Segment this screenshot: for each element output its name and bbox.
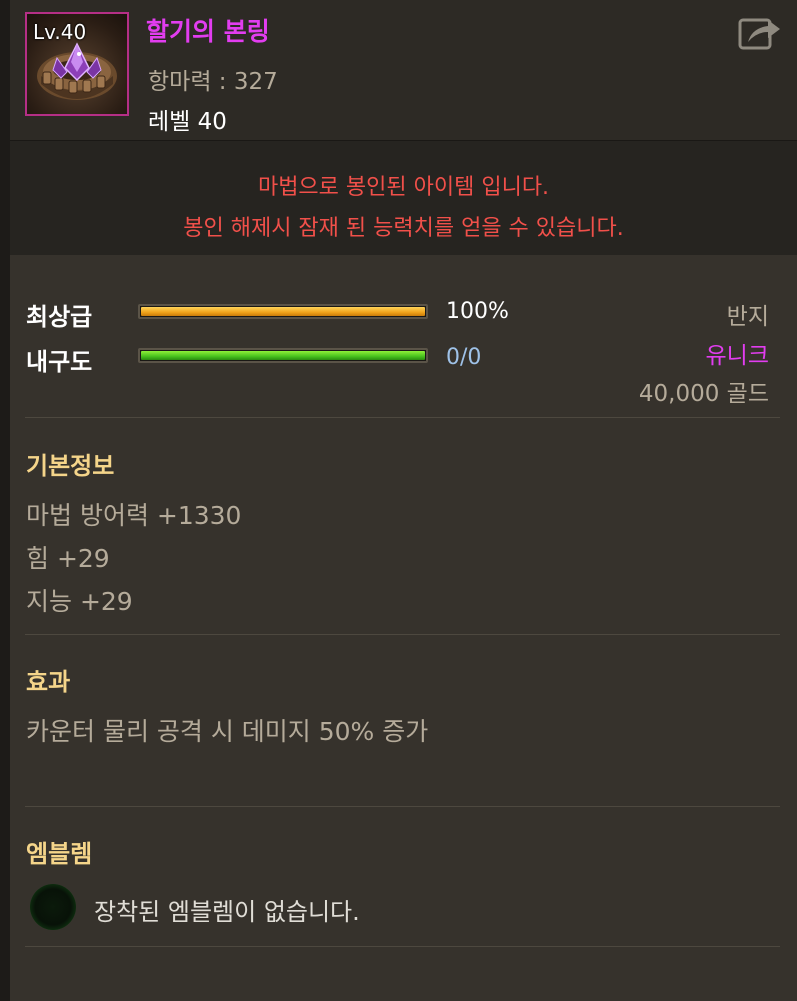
effect-title: 효과 (26, 668, 71, 696)
quality-label: 최상급 (26, 303, 93, 331)
item-name: 할기의 본링 (146, 17, 270, 46)
item-rarity: 유니크 (705, 343, 769, 369)
sealed-notice-line-1: 마법으로 봉인된 아이템 입니다. (257, 175, 550, 200)
item-level: 레벨 40 (148, 109, 227, 135)
sealed-notice-line-2: 봉인 해제시 잠재 된 능력치를 얻을 수 있습니다. (183, 216, 624, 241)
sealed-notice: 마법으로 봉인된 아이템 입니다. 봉인 해제시 잠재 된 능력치를 얻을 수 … (10, 141, 797, 255)
durability-bar-fill (141, 351, 425, 360)
durability-label: 내구도 (26, 348, 93, 376)
basic-info-title: 기본정보 (26, 452, 115, 480)
emblem-empty-text: 장착된 엠블렘이 없습니다. (94, 898, 360, 926)
divider (25, 806, 780, 807)
item-tooltip-panel: Lv.40 할기의 본링 항마력 : 327 레벨 40 마법으로 봉인된 아이… (0, 0, 797, 1001)
share-button[interactable] (738, 12, 782, 52)
durability-value: 0/0 (446, 345, 482, 370)
item-level-badge: Lv.40 (33, 20, 87, 44)
emblem-title: 엠블렘 (26, 840, 93, 868)
ring-item-icon: Lv.40 (25, 12, 129, 116)
item-header: Lv.40 할기의 본링 항마력 : 327 레벨 40 (10, 0, 797, 141)
share-icon (738, 18, 780, 50)
basic-info-line: 마법 방어력 +1330 (26, 501, 242, 530)
quality-bar-fill (141, 307, 425, 316)
durability-bar (138, 348, 428, 363)
divider (25, 417, 780, 418)
item-power: 항마력 : 327 (148, 69, 278, 95)
quality-bar (138, 304, 428, 319)
divider (25, 634, 780, 635)
effect-line: 카운터 물리 공격 시 데미지 50% 증가 (26, 717, 429, 746)
item-price: 40,000 골드 (638, 381, 769, 407)
basic-info-line: 힘 +29 (26, 544, 110, 573)
divider (25, 946, 780, 947)
quality-value: 100% (446, 299, 509, 324)
basic-info-line: 지능 +29 (26, 587, 133, 616)
item-type: 반지 (726, 304, 769, 330)
emblem-slot-icon[interactable] (30, 884, 76, 930)
